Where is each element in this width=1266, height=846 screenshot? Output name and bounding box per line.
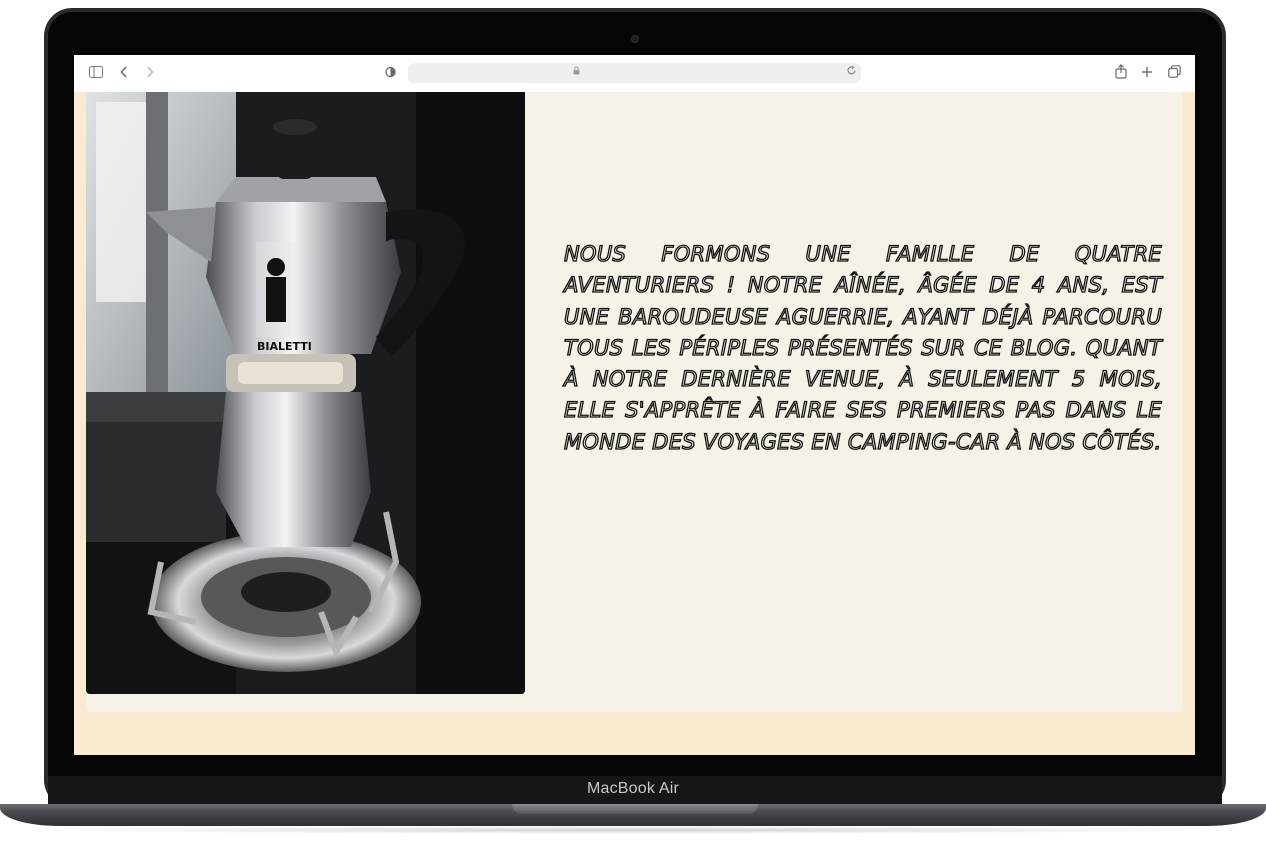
camera-icon [631, 35, 639, 43]
browser-toolbar [74, 55, 1195, 92]
laptop-hinge-notch [512, 804, 758, 814]
shield-icon[interactable] [385, 65, 396, 81]
intro-paragraph: Nous formons une famille de quatre avent… [563, 241, 1162, 454]
share-icon[interactable] [1115, 64, 1127, 82]
address-bar[interactable] [408, 63, 861, 83]
back-arrow-icon[interactable] [120, 65, 128, 81]
lock-icon [573, 66, 580, 78]
moka-pot-photo: BIALETTI [86, 92, 525, 694]
laptop-shadow [10, 826, 1256, 834]
reload-icon[interactable] [846, 65, 857, 79]
browser-screen: BIALETTI Nous formons une famille de qua… [74, 55, 1195, 755]
sidebar-icon[interactable] [89, 65, 103, 81]
tabs-overview-icon[interactable] [1168, 65, 1181, 81]
device-model-label: MacBook Air [586, 780, 679, 797]
new-tab-plus-icon[interactable] [1141, 65, 1153, 81]
forward-arrow-icon[interactable] [146, 65, 154, 81]
svg-text:BIALETTI: BIALETTI [257, 340, 312, 353]
